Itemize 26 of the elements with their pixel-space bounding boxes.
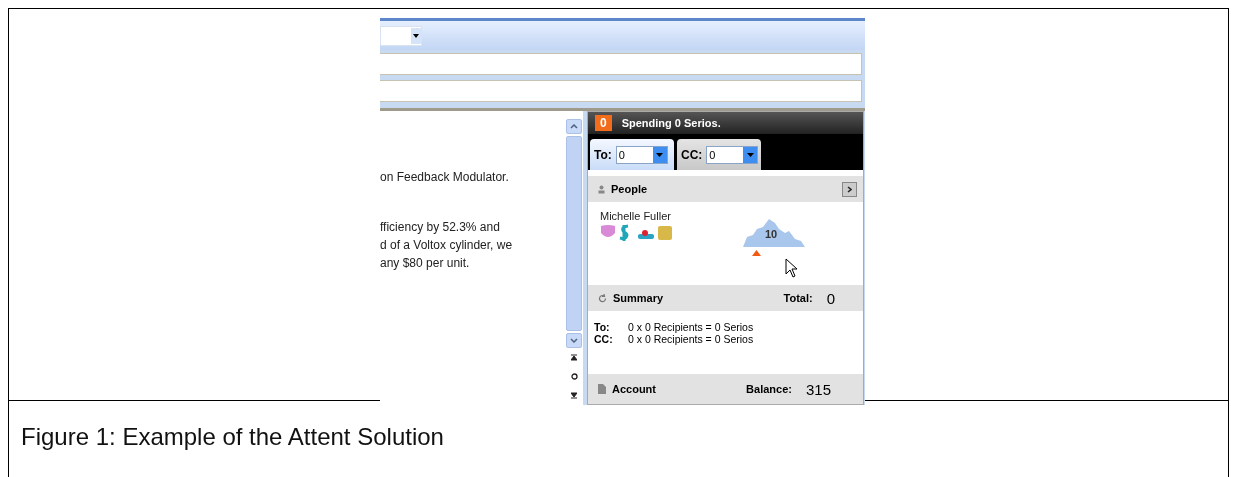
section-title: Account [612,383,656,395]
figure-caption: Figure 1: Example of the Attent Solution [20,422,445,451]
summary-text: 0 x 0 Recipients = 0 Serios [628,333,755,345]
tab-label: CC: [681,147,703,162]
recipient-tab[interactable]: To: 0 [590,139,674,170]
section-title: People [611,183,648,195]
document-text: on Feedback Modulator. [380,169,510,186]
tab-label: To: [594,147,612,162]
row-label: To: [594,321,611,333]
section-title: Summary [613,292,664,304]
count-select[interactable]: 0 [615,145,668,164]
recipient-tab[interactable]: CC: 0 [677,139,761,170]
count-select[interactable]: 0 [706,145,759,164]
summary-text: 0 x 0 Recipients = 0 Serios [628,321,755,333]
panel-title: Spending 0 Serios. [621,117,721,129]
row-label: CC: [594,333,614,345]
person-name: Michelle Fuller [600,210,672,222]
balance-label: Balance: [746,383,792,395]
document-text: d of a Voltox cylinder, we [380,237,514,254]
total-value: 0 [826,289,835,307]
document-text: any $80 per unit. [380,255,471,272]
count-badge: 0 [595,115,612,131]
document-text: fficiency by 52.3% and [380,219,501,236]
total-label: Total: [783,292,813,304]
balance-value: 315 [805,380,831,398]
gauge-value: 10 [765,228,778,240]
